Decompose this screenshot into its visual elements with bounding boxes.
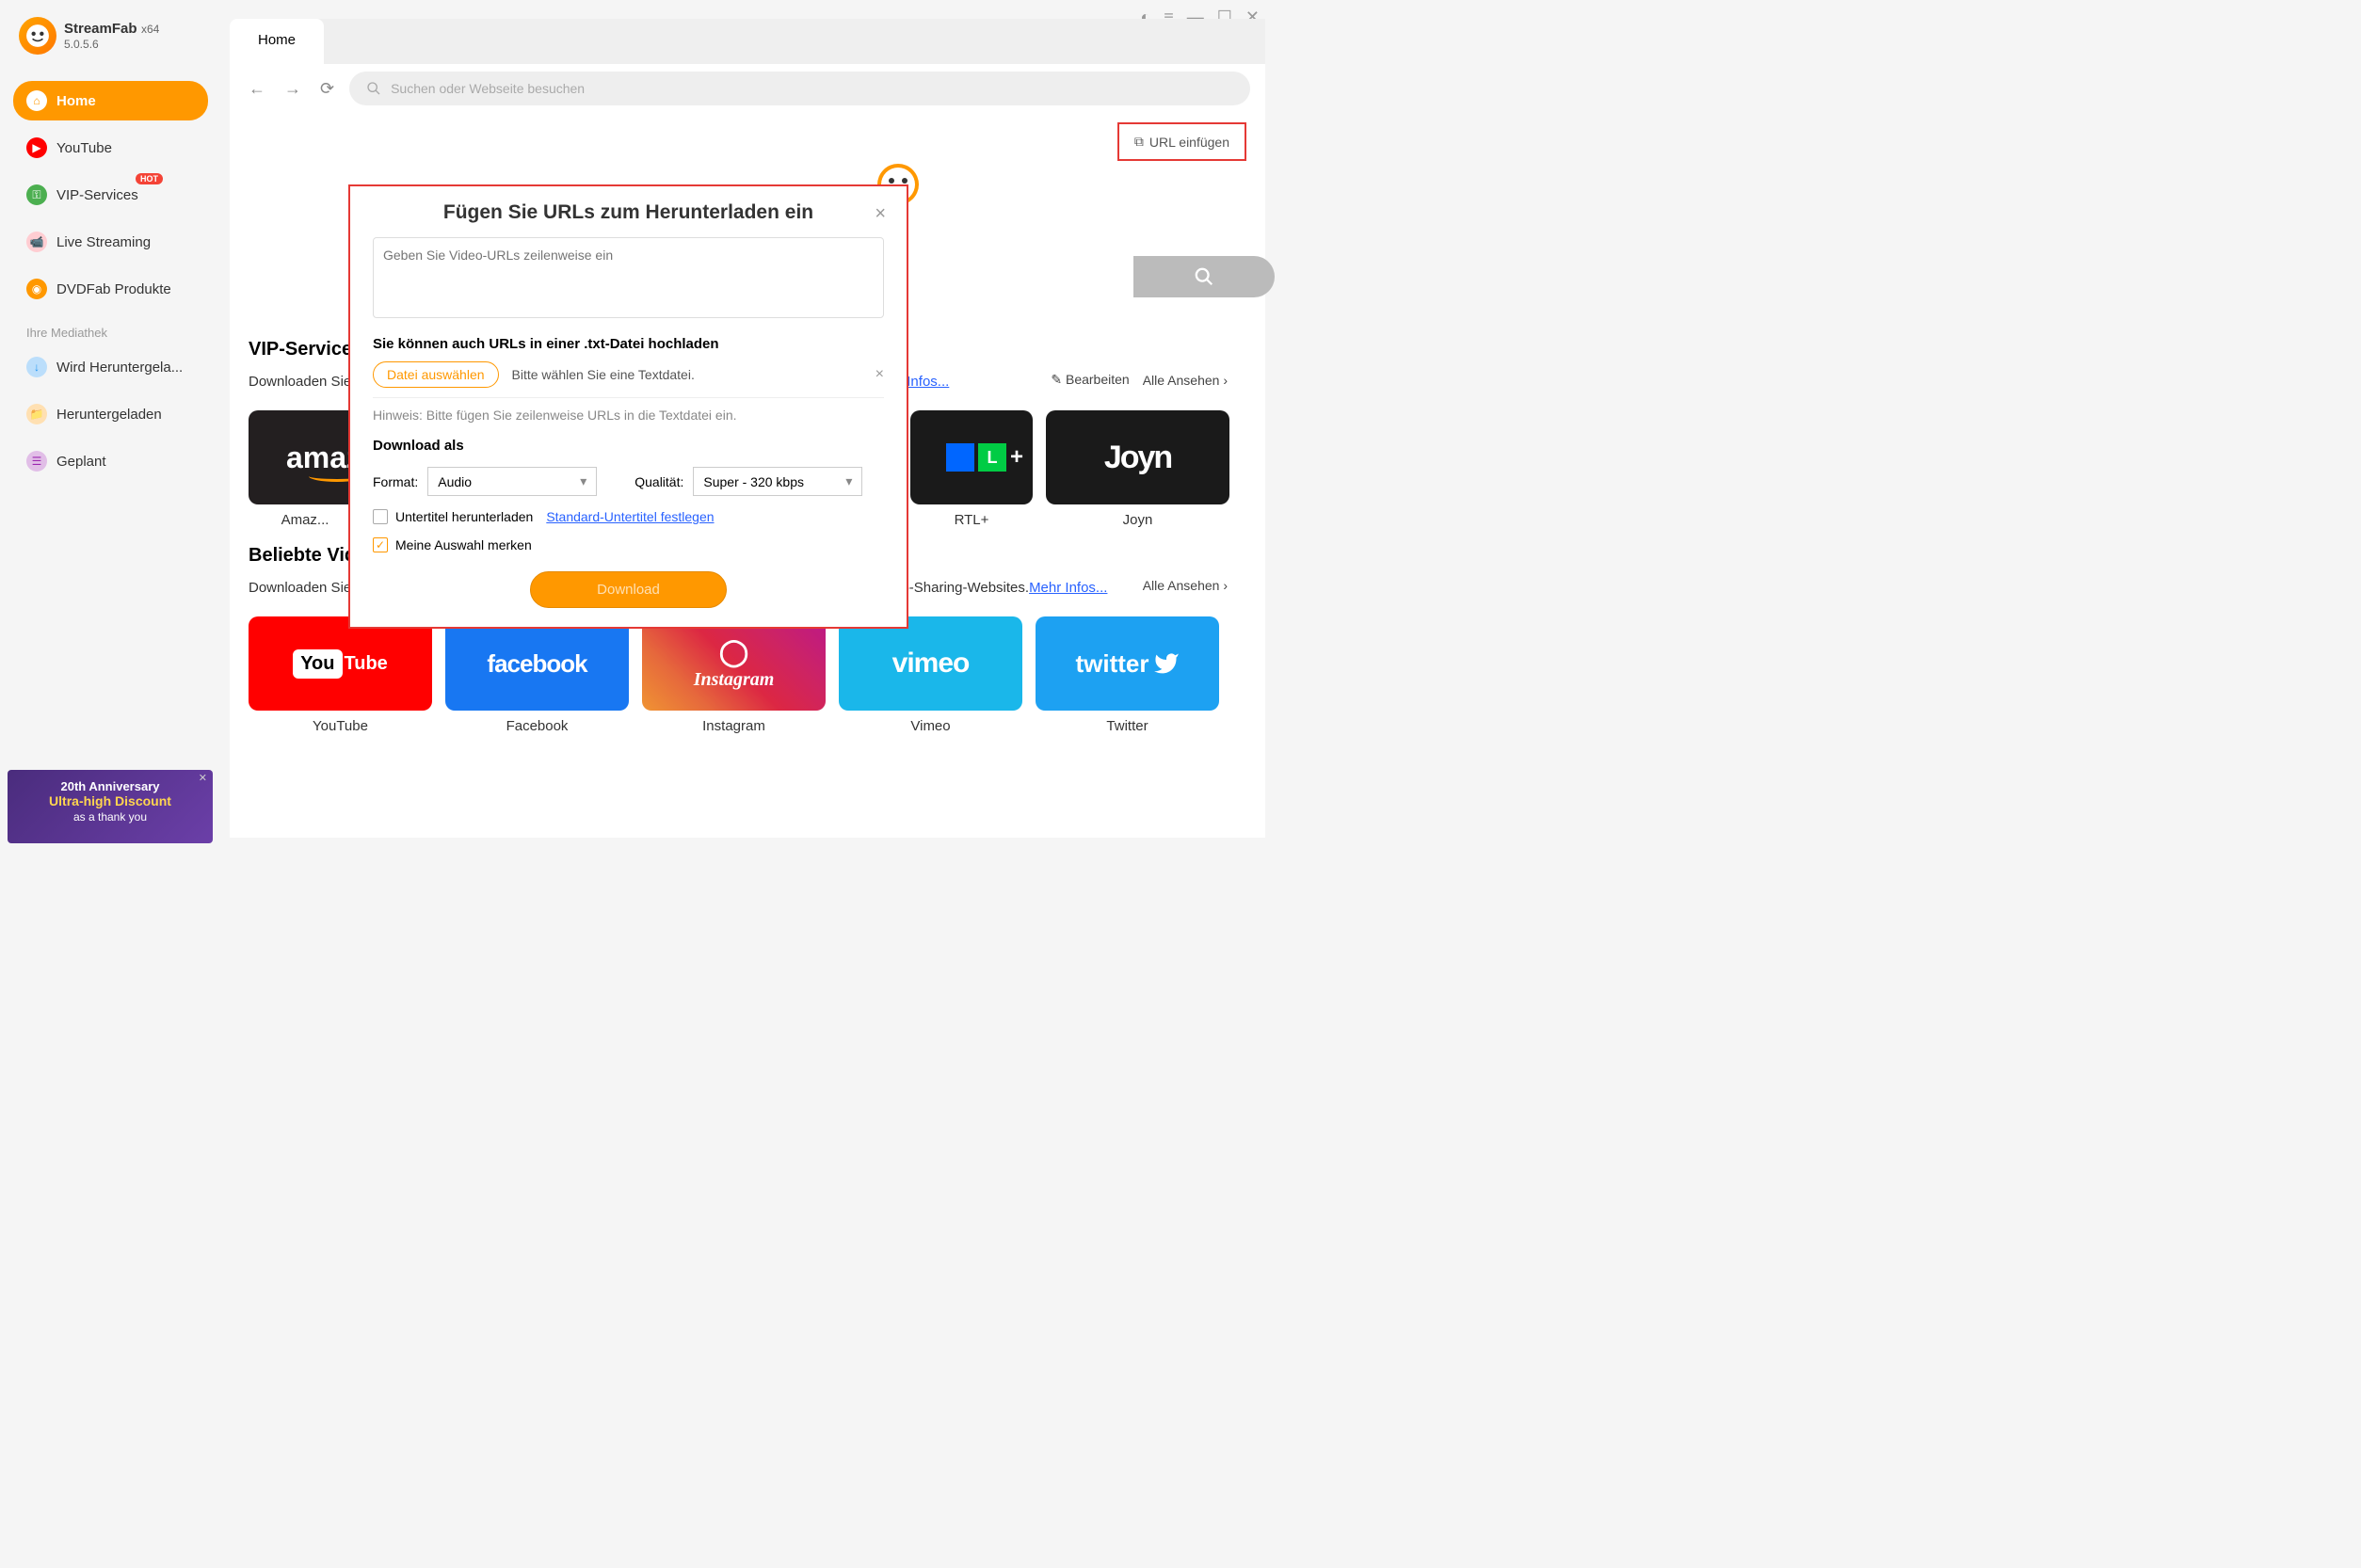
calendar-icon: ☰ [26, 451, 47, 472]
subtitle-checkbox[interactable] [373, 509, 388, 524]
sidebar-item-dvdfab[interactable]: ◉ DVDFab Produkte [13, 269, 208, 309]
tile-instagram[interactable]: ◯Instagram Instagram [642, 616, 826, 734]
url-paste-label: URL einfügen [1149, 135, 1229, 150]
hint-text: Hinweis: Bitte fügen Sie zeilenweise URL… [373, 408, 884, 423]
youtube-icon: ▶ [26, 137, 47, 158]
url-textarea[interactable] [373, 237, 884, 318]
tab-home[interactable]: Home [230, 19, 324, 64]
sidebar-item-label: Heruntergeladen [56, 407, 162, 423]
format-value: Audio [438, 474, 472, 489]
search-icon [366, 81, 381, 96]
sidebar-item-downloading[interactable]: ↓ Wird Heruntergela... [13, 347, 208, 387]
promo-line2: Ultra-high Discount [17, 793, 203, 808]
tile-label: Joyn [1123, 512, 1153, 528]
promo-banner[interactable]: ✕ 20th Anniversary Ultra-high Discount a… [8, 770, 213, 843]
back-icon[interactable]: ← [245, 75, 269, 103]
library-section-label: Ihre Mediathek [13, 318, 208, 347]
folder-icon: 📁 [26, 404, 47, 424]
app-arch: x64 [141, 23, 159, 36]
sidebar: StreamFab x64 5.0.5.6 ⌂ Home ▶ YouTube ⚿… [0, 0, 221, 843]
file-select-button[interactable]: Datei auswählen [373, 361, 499, 388]
paste-icon: ⧉ [1134, 134, 1144, 150]
quality-value: Super - 320 kbps [703, 474, 804, 489]
tile-label: YouTube [313, 718, 368, 734]
chevron-down-icon: ▾ [580, 473, 586, 489]
reload-icon[interactable]: ⟳ [316, 75, 338, 103]
modal-title: Fügen Sie URLs zum Herunterladen ein [373, 201, 884, 224]
file-clear-icon[interactable]: × [875, 366, 884, 383]
format-label: Format: [373, 474, 418, 489]
tile-label: Amaz... [281, 512, 329, 528]
forward-icon[interactable]: → [281, 75, 305, 103]
tile-label: RTL+ [955, 512, 989, 528]
tile-twitter[interactable]: twitter Twitter [1036, 616, 1219, 734]
sidebar-item-label: YouTube [56, 140, 112, 156]
url-paste-button[interactable]: ⧉ URL einfügen [1117, 122, 1246, 161]
edit-button[interactable]: ✎ Bearbeiten [1051, 372, 1129, 388]
search-icon [1194, 266, 1214, 287]
promo-line1: 20th Anniversary [17, 779, 203, 793]
address-bar[interactable]: Suchen oder Webseite besuchen [349, 72, 1250, 105]
sidebar-item-downloaded[interactable]: 📁 Heruntergeladen [13, 394, 208, 434]
url-modal: Fügen Sie URLs zum Herunterladen ein × S… [348, 184, 908, 629]
download-icon: ↓ [26, 357, 47, 377]
remember-checkbox[interactable]: ✓ [373, 537, 388, 552]
promo-line3: as a thank you [17, 810, 203, 824]
tile-joyn[interactable]: Joyn Joyn [1046, 410, 1229, 528]
promo-close-icon[interactable]: ✕ [199, 772, 207, 784]
sidebar-item-home[interactable]: ⌂ Home [13, 81, 208, 120]
sidebar-item-youtube[interactable]: ▶ YouTube [13, 128, 208, 168]
subtitle-settings-link[interactable]: Standard-Untertitel festlegen [546, 509, 714, 524]
subtitle-label: Untertitel herunterladen [395, 509, 533, 524]
file-hint: Bitte wählen Sie eine Textdatei. [512, 367, 695, 382]
tile-rtl[interactable]: L+ RTL+ [910, 410, 1033, 528]
tile-amazon[interactable]: amaz Amaz... [249, 410, 361, 528]
tile-label: Facebook [506, 718, 569, 734]
tile-vimeo[interactable]: vimeo Vimeo [839, 616, 1022, 734]
download-as-label: Download als [373, 438, 884, 454]
view-all-button[interactable]: Alle Ansehen › [1143, 373, 1228, 388]
download-button[interactable]: Download [530, 571, 727, 608]
home-icon: ⌂ [26, 90, 47, 111]
sidebar-item-label: Geplant [56, 454, 106, 470]
chevron-down-icon: ▾ [845, 473, 852, 489]
tile-label: Twitter [1106, 718, 1148, 734]
address-placeholder: Suchen oder Webseite besuchen [391, 81, 585, 96]
app-name: StreamFab [64, 21, 137, 37]
format-select[interactable]: Audio ▾ [427, 467, 597, 496]
sidebar-item-scheduled[interactable]: ☰ Geplant [13, 441, 208, 481]
more-info-link[interactable]: Mehr Infos... [1029, 580, 1107, 596]
browser-bar: ← → ⟳ Suchen oder Webseite besuchen [230, 64, 1265, 113]
sidebar-item-vip[interactable]: ⚿ VIP-Services HOT [13, 175, 208, 215]
view-all-button[interactable]: Alle Ansehen › [1143, 578, 1228, 593]
modal-close-icon[interactable]: × [875, 203, 886, 225]
tile-label: Vimeo [910, 718, 950, 734]
quality-select[interactable]: Super - 320 kbps ▾ [693, 467, 862, 496]
logo-icon [19, 17, 56, 55]
tile-youtube[interactable]: YouTube YouTube [249, 616, 432, 734]
sidebar-item-live[interactable]: 📹 Live Streaming [13, 222, 208, 262]
search-button-partial[interactable] [1133, 256, 1275, 297]
sidebar-item-label: Live Streaming [56, 234, 151, 250]
sidebar-item-label: Home [56, 93, 96, 109]
tab-bar: Home [230, 19, 1265, 64]
tile-label: Instagram [702, 718, 765, 734]
quality-label: Qualität: [634, 474, 683, 489]
camera-icon: 📹 [26, 232, 47, 252]
sidebar-item-label: Wird Heruntergela... [56, 360, 183, 376]
app-logo: StreamFab x64 5.0.5.6 [13, 17, 208, 55]
app-version: 5.0.5.6 [64, 38, 159, 51]
key-icon: ⚿ [26, 184, 47, 205]
hot-badge: HOT [136, 173, 163, 184]
sidebar-item-label: VIP-Services [56, 187, 138, 203]
tile-facebook[interactable]: facebook Facebook [445, 616, 629, 734]
popular-tiles: YouTube YouTube facebook Facebook ◯Insta… [249, 616, 1246, 734]
upload-label: Sie können auch URLs in einer .txt-Datei… [373, 336, 884, 352]
sidebar-item-label: DVDFab Produkte [56, 281, 171, 297]
disc-icon: ◉ [26, 279, 47, 299]
remember-label: Meine Auswahl merken [395, 537, 532, 552]
